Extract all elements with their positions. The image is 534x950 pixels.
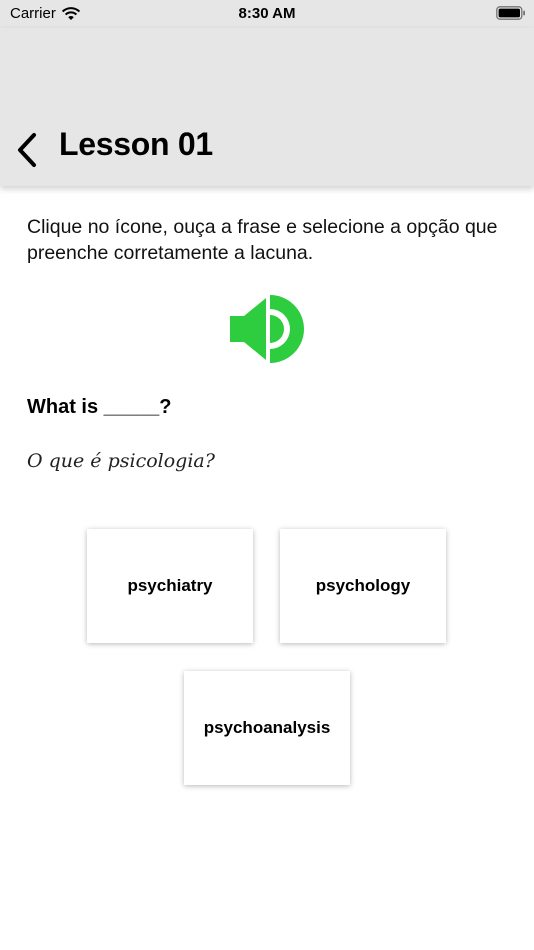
status-bar: Carrier 8:30 AM	[0, 0, 534, 28]
option-label: psychology	[315, 576, 411, 595]
translation-text: O que é psicologia?	[27, 450, 215, 472]
back-button[interactable]	[10, 130, 44, 170]
battery-icon	[496, 6, 525, 20]
instruction-text: Clique no ícone, ouça a frase e selecion…	[27, 216, 498, 264]
page-title: Lesson 01	[59, 126, 213, 162]
option-button-psychology[interactable]: psychology	[280, 529, 446, 643]
play-audio-button[interactable]	[228, 294, 306, 364]
speaker-icon	[230, 295, 304, 363]
option-button-psychoanalysis[interactable]: psychoanalysis	[184, 671, 350, 785]
chevron-left-icon	[18, 133, 36, 167]
option-label: psychiatry	[127, 576, 213, 595]
option-label: psychoanalysis	[203, 718, 331, 737]
question-text: What is _____?	[27, 396, 172, 418]
status-time: 8:30 AM	[238, 5, 296, 22]
option-button-psychiatry[interactable]: psychiatry	[87, 529, 253, 643]
navigation-bar: Lesson 01	[0, 28, 534, 186]
